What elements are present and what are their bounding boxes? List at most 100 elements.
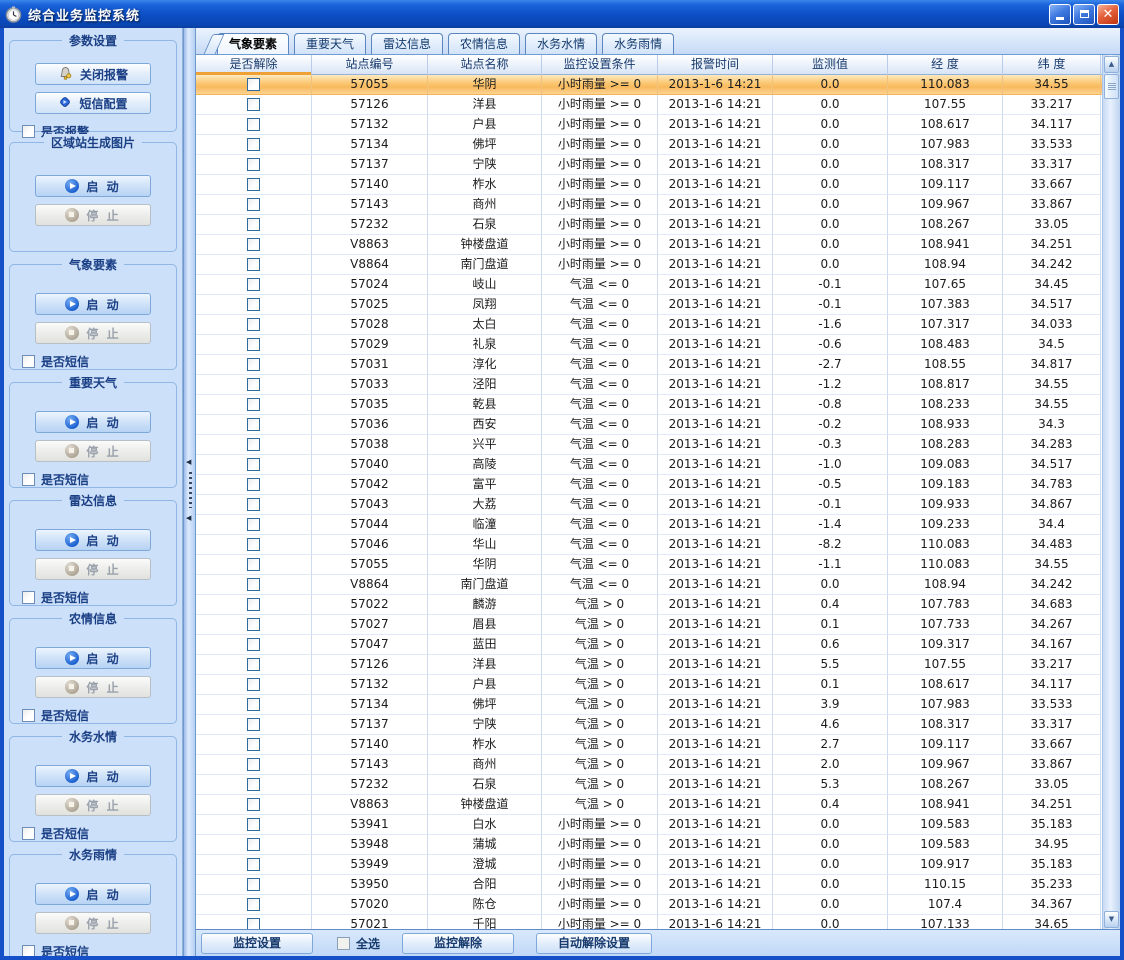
release-checkbox[interactable] <box>247 78 260 91</box>
release-checkbox[interactable] <box>247 558 260 571</box>
tab-2[interactable]: 雷达信息 <box>371 33 443 54</box>
table-row[interactable]: V8863钟楼盘道小时雨量 >= 02013-1-6 14:210.0108.9… <box>196 235 1102 255</box>
table-row[interactable]: 57137宁陕小时雨量 >= 02013-1-6 14:210.0108.317… <box>196 155 1102 175</box>
monitor-release-button[interactable]: 监控解除 <box>402 933 514 954</box>
stop-button[interactable]: 停 止 <box>35 558 151 580</box>
release-checkbox[interactable] <box>247 258 260 271</box>
table-row[interactable]: 57022麟游气温 > 02013-1-6 14:210.4107.78334.… <box>196 595 1102 615</box>
tab-5[interactable]: 水务雨情 <box>602 33 674 54</box>
table-row[interactable]: 57031淳化气温 <= 02013-1-6 14:21-2.7108.5534… <box>196 355 1102 375</box>
sms-checkbox[interactable] <box>22 827 35 840</box>
table-row[interactable]: 53948蒲城小时雨量 >= 02013-1-6 14:210.0109.583… <box>196 835 1102 855</box>
release-checkbox[interactable] <box>247 478 260 491</box>
tab-3[interactable]: 农情信息 <box>448 33 520 54</box>
table-row[interactable]: 57143商州小时雨量 >= 02013-1-6 14:210.0109.967… <box>196 195 1102 215</box>
stop-button[interactable]: 停 止 <box>35 912 151 934</box>
release-checkbox[interactable] <box>247 198 260 211</box>
release-checkbox[interactable] <box>247 778 260 791</box>
header-cell-release[interactable]: 是否解除 <box>196 55 312 75</box>
release-checkbox[interactable] <box>247 238 260 251</box>
release-checkbox[interactable] <box>247 618 260 631</box>
table-row[interactable]: 57134佛坪气温 > 02013-1-6 14:213.9107.98333.… <box>196 695 1102 715</box>
sidebar-splitter[interactable]: ◀ ◀ <box>183 28 196 956</box>
table-row[interactable]: 57140柞水气温 > 02013-1-6 14:212.7109.11733.… <box>196 735 1102 755</box>
minimize-button[interactable] <box>1049 4 1071 25</box>
table-row[interactable]: 57040高陵气温 <= 02013-1-6 14:21-1.0109.0833… <box>196 455 1102 475</box>
table-row[interactable]: 57232石泉小时雨量 >= 02013-1-6 14:210.0108.267… <box>196 215 1102 235</box>
release-checkbox[interactable] <box>247 438 260 451</box>
table-row[interactable]: 57044临潼气温 <= 02013-1-6 14:21-1.4109.2333… <box>196 515 1102 535</box>
sms-checkbox[interactable] <box>22 945 35 956</box>
release-checkbox[interactable] <box>247 698 260 711</box>
collapse-left-icon[interactable]: ◀ <box>186 515 191 522</box>
stop-button[interactable]: 停 止 <box>35 440 151 462</box>
start-button[interactable]: 启 动 <box>35 765 151 787</box>
start-button[interactable]: 启 动 <box>35 883 151 905</box>
vertical-scrollbar[interactable]: ▲ ▼ <box>1102 55 1120 929</box>
release-checkbox[interactable] <box>247 918 260 929</box>
release-checkbox[interactable] <box>247 378 260 391</box>
splitter-grip[interactable] <box>189 472 192 508</box>
start-button[interactable]: 启 动 <box>35 529 151 551</box>
sms-checkbox[interactable] <box>22 591 35 604</box>
header-cell-condition[interactable]: 监控设置条件 <box>542 55 658 75</box>
tab-1[interactable]: 重要天气 <box>294 33 366 54</box>
release-checkbox[interactable] <box>247 218 260 231</box>
table-row[interactable]: 57055华阴小时雨量 >= 02013-1-6 14:210.0110.083… <box>196 75 1102 95</box>
table-row[interactable]: 57126洋县气温 > 02013-1-6 14:215.5107.5533.2… <box>196 655 1102 675</box>
tab-0[interactable]: 气象要素 <box>217 33 289 54</box>
table-row[interactable]: 57033泾阳气温 <= 02013-1-6 14:21-1.2108.8173… <box>196 375 1102 395</box>
table-row[interactable]: 57024岐山气温 <= 02013-1-6 14:21-0.1107.6534… <box>196 275 1102 295</box>
collapse-left-icon[interactable]: ◀ <box>186 459 191 466</box>
scroll-up-button[interactable]: ▲ <box>1104 56 1119 73</box>
start-button[interactable]: 启 动 <box>35 647 151 669</box>
release-checkbox[interactable] <box>247 538 260 551</box>
release-checkbox[interactable] <box>247 818 260 831</box>
table-row[interactable]: 57137宁陕气温 > 02013-1-6 14:214.6108.31733.… <box>196 715 1102 735</box>
release-checkbox[interactable] <box>247 638 260 651</box>
table-row[interactable]: 57232石泉气温 > 02013-1-6 14:215.3108.26733.… <box>196 775 1102 795</box>
scroll-down-button[interactable]: ▼ <box>1104 911 1119 928</box>
table-row[interactable]: 57126洋县小时雨量 >= 02013-1-6 14:210.0107.553… <box>196 95 1102 115</box>
release-checkbox[interactable] <box>247 138 260 151</box>
table-row[interactable]: V8864南门盘道小时雨量 >= 02013-1-6 14:210.0108.9… <box>196 255 1102 275</box>
release-checkbox[interactable] <box>247 578 260 591</box>
release-checkbox[interactable] <box>247 158 260 171</box>
header-cell-longitude[interactable]: 经 度 <box>888 55 1003 75</box>
table-row[interactable]: 57029礼泉气温 <= 02013-1-6 14:21-0.6108.4833… <box>196 335 1102 355</box>
header-cell-latitude[interactable]: 纬 度 <box>1003 55 1101 75</box>
release-checkbox[interactable] <box>247 418 260 431</box>
release-checkbox[interactable] <box>247 298 260 311</box>
start-button[interactable]: 启 动 <box>35 411 151 433</box>
table-row[interactable]: 57143商州气温 > 02013-1-6 14:212.0109.96733.… <box>196 755 1102 775</box>
release-checkbox[interactable] <box>247 498 260 511</box>
header-cell-alarm-time[interactable]: 报警时间 <box>658 55 773 75</box>
release-checkbox[interactable] <box>247 798 260 811</box>
release-checkbox[interactable] <box>247 278 260 291</box>
table-row[interactable]: 53950合阳小时雨量 >= 02013-1-6 14:210.0110.153… <box>196 875 1102 895</box>
table-row[interactable]: 57025凤翔气温 <= 02013-1-6 14:21-0.1107.3833… <box>196 295 1102 315</box>
start-button[interactable]: 启 动 <box>35 175 151 197</box>
release-checkbox[interactable] <box>247 358 260 371</box>
release-checkbox[interactable] <box>247 458 260 471</box>
release-checkbox[interactable] <box>247 838 260 851</box>
stop-button[interactable]: 停 止 <box>35 322 151 344</box>
monitor-set-button[interactable]: 监控设置 <box>201 933 313 954</box>
table-row[interactable]: 57036西安气温 <= 02013-1-6 14:21-0.2108.9333… <box>196 415 1102 435</box>
tab-4[interactable]: 水务水情 <box>525 33 597 54</box>
release-checkbox[interactable] <box>247 98 260 111</box>
release-checkbox[interactable] <box>247 658 260 671</box>
stop-button[interactable]: 停 止 <box>35 794 151 816</box>
table-row[interactable]: 53941白水小时雨量 >= 02013-1-6 14:210.0109.583… <box>196 815 1102 835</box>
table-row[interactable]: 57020陈仓小时雨量 >= 02013-1-6 14:210.0107.434… <box>196 895 1102 915</box>
release-checkbox[interactable] <box>247 598 260 611</box>
release-checkbox[interactable] <box>247 118 260 131</box>
table-row[interactable]: 57035乾县气温 <= 02013-1-6 14:21-0.8108.2333… <box>196 395 1102 415</box>
release-checkbox[interactable] <box>247 338 260 351</box>
auto-release-button[interactable]: 自动解除设置 <box>536 933 652 954</box>
release-checkbox[interactable] <box>247 738 260 751</box>
sms-checkbox[interactable] <box>22 355 35 368</box>
table-row[interactable]: V8863钟楼盘道气温 > 02013-1-6 14:210.4108.9413… <box>196 795 1102 815</box>
table-row[interactable]: V8864南门盘道气温 <= 02013-1-6 14:210.0108.943… <box>196 575 1102 595</box>
table-row[interactable]: 57132户县气温 > 02013-1-6 14:210.1108.61734.… <box>196 675 1102 695</box>
